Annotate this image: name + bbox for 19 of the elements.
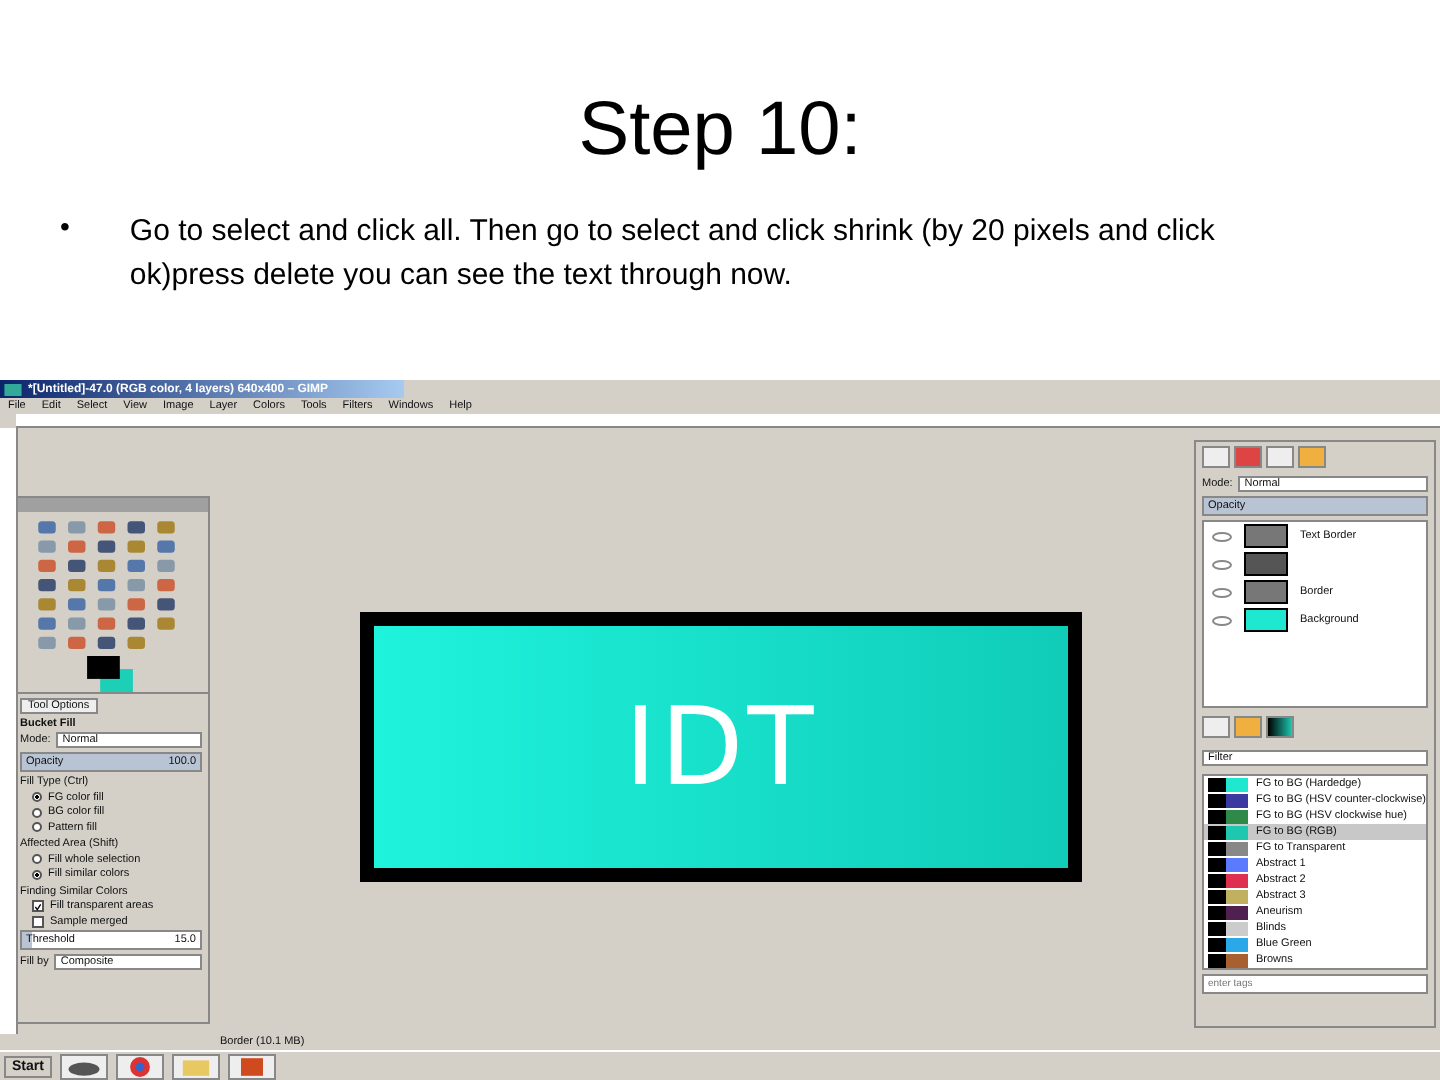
radio-button[interactable]: [32, 822, 42, 832]
checkbox[interactable]: [32, 900, 44, 912]
radio-button[interactable]: [32, 807, 42, 817]
radio-button[interactable]: [32, 854, 42, 864]
slide-title: Step 10:: [578, 88, 862, 174]
folder-icon[interactable]: [171, 1053, 220, 1079]
checkbox[interactable]: [32, 915, 44, 927]
image-text: IDT: [624, 684, 818, 810]
app-icon: [4, 383, 22, 395]
radio-button[interactable]: [32, 792, 42, 802]
bullet: •: [60, 210, 70, 246]
gradients-tab[interactable]: [1266, 716, 1294, 738]
browser-icon[interactable]: [115, 1053, 164, 1079]
bullet-text: Go to select and click all. Then go to select and click shrink (by 20 pixels and click ok)press delete you can see the text through now.: [129, 212, 1217, 296]
radio-button[interactable]: [32, 869, 42, 879]
presentation-icon[interactable]: [227, 1053, 276, 1079]
paths-tab[interactable]: [1266, 446, 1294, 468]
layers-tab[interactable]: [1202, 446, 1230, 468]
brushes-tab[interactable]: [1202, 716, 1230, 738]
